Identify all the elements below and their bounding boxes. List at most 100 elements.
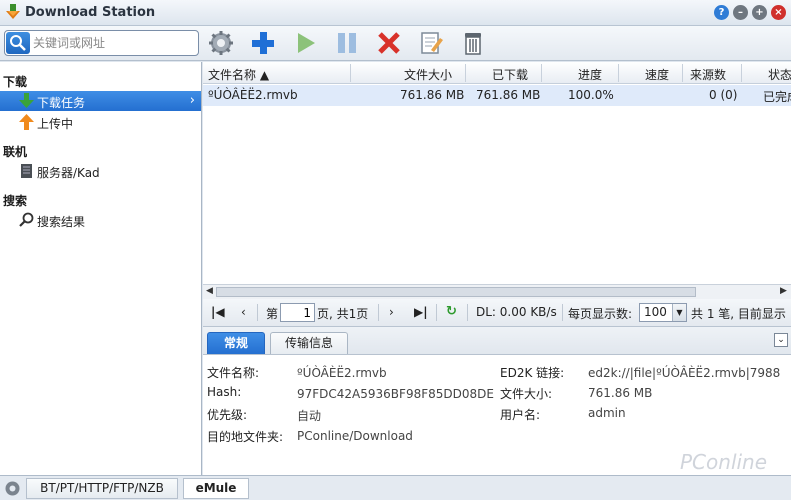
column-header-name[interactable]: 文件名称 ▲ (208, 66, 269, 83)
refresh-icon[interactable]: ↻ (446, 304, 457, 319)
edit-button[interactable] (417, 29, 445, 57)
sidebar-item-uploading[interactable]: 上传中 (0, 112, 201, 132)
collapse-panel-icon[interactable]: ⌄ (774, 333, 788, 347)
pause-button[interactable] (333, 29, 361, 57)
per-page-label: 每页显示数: (568, 307, 633, 321)
clear-completed-button[interactable] (459, 29, 487, 57)
sidebar-heading-download: 下载 (3, 75, 28, 89)
download-station-icon (6, 4, 20, 19)
hash-value: 97FDC42A5936BF98F85DD08DE (297, 387, 494, 401)
column-header-progress[interactable]: 进度 (578, 66, 602, 83)
prev-page-icon[interactable]: ‹ (241, 305, 246, 319)
destination-value: PConline/Download (297, 429, 413, 443)
upload-arrow-icon (19, 114, 34, 130)
window-title: Download Station (25, 5, 156, 20)
sidebar-item-search-results[interactable]: 搜索结果 (0, 210, 201, 230)
tab-transfer-info[interactable]: 传输信息 (270, 332, 348, 354)
sidebar: 下载 下载任务 › 上传中 联机 服务器/Kad 搜索 搜索结果 (0, 62, 202, 475)
page-prefix: 第 (266, 307, 279, 321)
sidebar-item-server-kad[interactable]: 服务器/Kad (0, 161, 201, 181)
column-header-sources[interactable]: 来源数 (690, 66, 726, 83)
search-input[interactable] (33, 34, 193, 52)
priority-label: 优先级: (207, 408, 248, 422)
column-header-size[interactable]: 文件大小 (404, 66, 452, 83)
server-icon (21, 164, 32, 178)
cell-progress: 100.0% (568, 88, 614, 102)
table-row[interactable]: ºÚÒÂÈË2.rmvb 761.86 MB 761.86 MB 100.0% … (203, 85, 791, 106)
sidebar-item-label: 上传中 (37, 117, 74, 131)
filename-value: ºÚÒÂÈË2.rmvb (297, 366, 387, 380)
sidebar-heading-connection: 联机 (3, 145, 28, 159)
search-box (4, 30, 199, 56)
settings-icon (209, 31, 233, 55)
scroll-left-icon[interactable]: ◀ (206, 286, 213, 296)
tab-general[interactable]: 常规 (207, 332, 265, 354)
column-header-downloaded[interactable]: 已下载 (492, 66, 528, 83)
sidebar-item-download-tasks[interactable]: 下载任务 › (0, 91, 201, 111)
page-number-input[interactable] (280, 303, 315, 322)
table-header: 文件名称 ▲ 文件大小 已下载 进度 速度 来源数 状态 (203, 62, 791, 84)
resume-button[interactable] (291, 29, 319, 57)
cell-status: 已完成 (763, 90, 791, 104)
add-task-button[interactable] (249, 29, 277, 57)
per-page-value: 100 (644, 305, 667, 319)
search-icon[interactable] (6, 32, 30, 54)
trash-icon (465, 33, 481, 55)
scrollbar-thumb[interactable] (216, 287, 696, 297)
username-label: 用户名: (500, 408, 541, 422)
hash-label: Hash: (207, 385, 242, 399)
resume-icon (298, 33, 315, 53)
column-header-speed[interactable]: 速度 (645, 66, 669, 83)
filename-label: 文件名称: (207, 366, 260, 380)
cell-size: 761.86 MB (400, 88, 465, 102)
toolbar (0, 26, 791, 61)
record-summary: 共 1 笔, 目前显示 1 (691, 307, 791, 321)
pause-icon (338, 33, 356, 53)
help-button[interactable]: ? (714, 5, 729, 20)
edit-icon (421, 32, 443, 54)
horizontal-scrollbar[interactable]: ◀ ▶ (203, 284, 791, 299)
close-button[interactable]: × (771, 5, 786, 20)
cell-name: ºÚÒÂÈË2.rmvb (208, 88, 298, 102)
sidebar-item-label: 搜索结果 (37, 215, 86, 229)
last-page-icon[interactable]: ▶| (414, 305, 428, 319)
task-table: 文件名称 ▲ 文件大小 已下载 进度 速度 来源数 状态 ºÚÒÂÈË2.rmv… (203, 62, 791, 299)
first-page-icon[interactable]: |◀ (211, 305, 225, 319)
next-page-icon[interactable]: › (389, 305, 394, 319)
download-arrow-icon (19, 93, 34, 108)
details-tabbar: 常规 传输信息 ⌄ (203, 327, 791, 355)
tab-bt-pt-http-ftp-nzb[interactable]: BT/PT/HTTP/FTP/NZB (26, 478, 178, 499)
scroll-right-icon[interactable]: ▶ (780, 286, 787, 296)
settings-button[interactable] (207, 29, 235, 57)
minimize-button[interactable]: – (733, 5, 748, 20)
tab-emule[interactable]: eMule (183, 478, 249, 499)
gear-icon[interactable] (4, 480, 21, 497)
size-value: 761.86 MB (588, 386, 653, 400)
size-label: 文件大小: (500, 387, 553, 401)
download-speed: DL: 0.00 KB/s (476, 305, 557, 319)
destination-label: 目的地文件夹: (207, 430, 284, 444)
bottom-bar: BT/PT/HTTP/FTP/NZB eMule (0, 475, 791, 500)
chevron-right-icon: › (189, 93, 195, 108)
ed2k-label: ED2K 链接: (500, 366, 565, 380)
sidebar-heading-search: 搜索 (3, 194, 28, 208)
sidebar-item-label: 服务器/Kad (37, 166, 100, 180)
username-value: admin (588, 406, 626, 420)
chevron-down-icon[interactable]: ▼ (672, 304, 686, 321)
delete-icon (378, 32, 400, 54)
add-icon (252, 32, 274, 54)
delete-button[interactable] (375, 29, 403, 57)
magnifier-icon (19, 212, 34, 227)
priority-value: 自动 (297, 409, 322, 423)
pagination-bar: |◀ ‹ 第 页, 共1页 › ▶| ↻ DL: 0.00 KB/s 每页显示数… (203, 299, 791, 327)
cell-downloaded: 761.86 MB (476, 88, 541, 102)
per-page-select[interactable]: 100 ▼ (639, 303, 687, 322)
sidebar-item-label: 下载任务 (37, 96, 86, 110)
column-header-status[interactable]: 状态 (768, 66, 791, 83)
maximize-button[interactable]: + (752, 5, 767, 20)
title-bar: Download Station ? – + × (0, 0, 791, 26)
ed2k-value: ed2k://|file|ºÚÒÂÈË2.rmvb|7988 (588, 366, 781, 380)
page-suffix: 页, 共1页 (317, 307, 369, 321)
watermark: PConline (680, 450, 768, 474)
cell-sources: 0 (0) (709, 88, 738, 102)
